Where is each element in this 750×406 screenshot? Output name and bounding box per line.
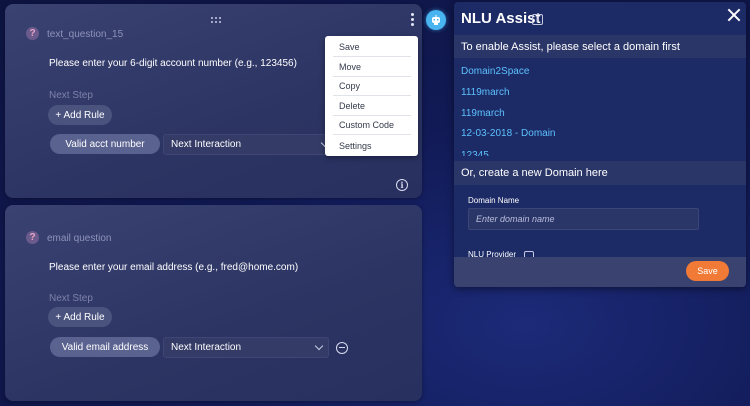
question-mark-icon: ? <box>26 231 39 244</box>
menu-item-copy[interactable]: Copy <box>333 77 411 96</box>
add-rule-button[interactable]: + Add Rule <box>48 307 112 327</box>
info-icon[interactable]: i <box>532 14 543 25</box>
minus-circle-icon[interactable] <box>336 342 348 354</box>
create-domain-heading: Or, create a new Domain here <box>454 161 746 185</box>
bot-avatar-icon[interactable] <box>426 10 446 30</box>
question-card-email-question: ? email question Please enter your email… <box>5 205 422 401</box>
domain-instruction: To enable Assist, please select a domain… <box>454 35 746 58</box>
rule-valid-email-address[interactable]: Valid email address <box>50 337 160 357</box>
info-icon[interactable]: i <box>396 179 408 191</box>
question-prompt: Please enter your 6-digit account number… <box>49 58 297 69</box>
question-mark-icon: ? <box>26 27 39 40</box>
menu-item-move[interactable]: Move <box>333 58 411 77</box>
drag-handle-icon[interactable] <box>211 17 223 25</box>
domain-item[interactable]: 12345 <box>461 150 489 156</box>
panel-title: NLU Assist <box>461 10 541 27</box>
chevron-down-icon <box>314 341 324 351</box>
question-name: text_question_15 <box>47 29 124 40</box>
nlu-provider-label: NLU Provider <box>468 250 517 257</box>
nlu-assist-panel: NLU Assist i To enable Assist, please se… <box>454 2 746 287</box>
select-value: Next Interaction <box>171 342 242 353</box>
robot-icon <box>432 15 440 25</box>
next-step-select[interactable]: Next Interaction <box>163 134 330 155</box>
domain-item[interactable]: Domain2Space <box>461 66 529 77</box>
menu-item-settings[interactable]: Settings <box>333 136 411 155</box>
domain-name-label: Domain Name <box>468 196 520 205</box>
domain-item[interactable]: 1119march <box>461 87 510 98</box>
panel-footer: Save <box>454 257 746 287</box>
menu-item-save[interactable]: Save <box>333 38 411 57</box>
save-button[interactable]: Save <box>686 261 729 281</box>
domain-item[interactable]: 119march <box>461 108 505 119</box>
flow-canvas: ? text_question_15 Please enter your 6-d… <box>0 0 750 406</box>
domain-name-input[interactable] <box>468 208 699 230</box>
question-name: email question <box>47 233 112 244</box>
next-step-label: Next Step <box>49 90 93 101</box>
domain-item[interactable]: 12-03-2018 - Domain <box>461 128 556 139</box>
add-rule-button[interactable]: + Add Rule <box>48 105 112 125</box>
card-context-menu: Save Move Copy Delete Custom Code Settin… <box>325 36 418 156</box>
next-step-select[interactable]: Next Interaction <box>163 337 329 358</box>
select-value: Next Interaction <box>171 139 242 150</box>
question-prompt: Please enter your email address (e.g., f… <box>49 262 299 273</box>
close-icon[interactable] <box>727 8 740 21</box>
menu-item-delete[interactable]: Delete <box>333 97 411 116</box>
menu-item-custom-code[interactable]: Custom Code <box>333 116 411 135</box>
next-step-label: Next Step <box>49 293 93 304</box>
rule-valid-acct-number[interactable]: Valid acct number <box>50 134 160 154</box>
kebab-menu-icon[interactable] <box>408 13 416 27</box>
